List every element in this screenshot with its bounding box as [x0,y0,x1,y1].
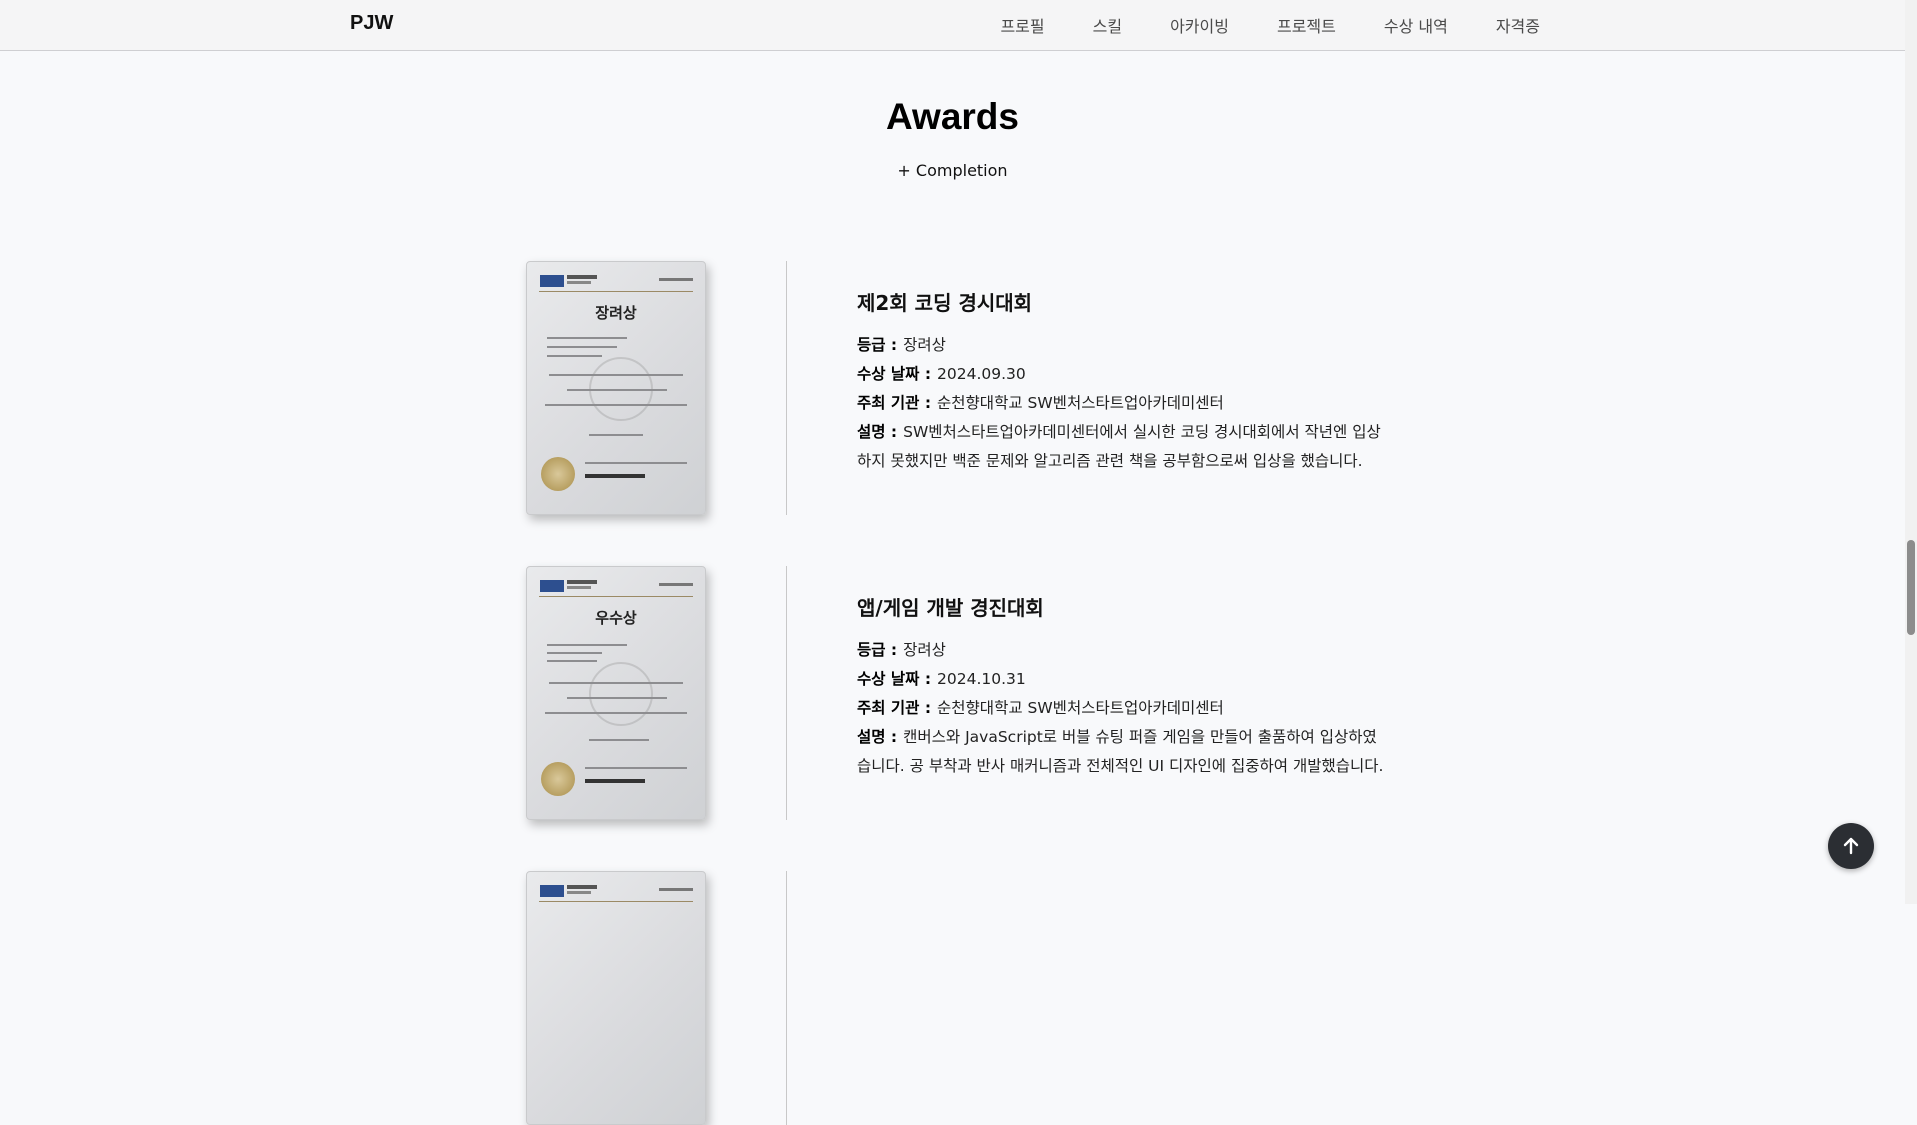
university-logo [540,885,564,897]
certificate-number-mark [659,278,693,281]
date-label: 수상 날짜 : [857,365,932,383]
scrollbar-thumb[interactable] [1907,540,1915,635]
certificate-text-line [545,404,687,406]
nav-item-skills[interactable]: 스킬 [1093,13,1122,37]
gold-seal-icon [541,762,575,796]
award-item: 장려상 제2회 코딩 경시대회 등급 : 장려상 수상 날짜 : 2024.09.3… [526,261,1406,517]
nav-menu: 프로필 스킬 아카이빙 프로젝트 수상 내역 자격증 [1000,13,1540,37]
award-desc: 캔버스와 JavaScript로 버블 슈팅 퍼즐 게임을 만들어 출품하여 입… [857,728,1384,775]
award-org: 순천향대학교 SW벤처스타트업아카데미센터 [937,394,1224,412]
nav-item-projects[interactable]: 프로젝트 [1277,13,1336,37]
certificate-number-mark [659,583,693,586]
certificate-text-line [589,739,649,741]
desc-label: 설명 : [857,728,898,746]
certificate-text-line [585,767,687,769]
award-grade: 장려상 [903,336,946,354]
divider-line [786,261,787,515]
grade-label: 등급 : [857,336,898,354]
certificate-text-line [549,374,683,376]
logo-subtext-mark [567,586,591,589]
certificate-image[interactable] [526,871,706,1125]
nav-item-certificates[interactable]: 자격증 [1496,13,1540,37]
section-title: Awards [886,96,1019,137]
award-grade-row: 등급 : 장려상 [857,636,1387,665]
certificate-image[interactable]: 우수상 [526,566,706,820]
top-navbar: PJW 프로필 스킬 아카이빙 프로젝트 수상 내역 자격증 [0,0,1905,51]
certificate-image[interactable]: 장려상 [526,261,706,515]
nav-item-awards[interactable]: 수상 내역 [1384,13,1448,37]
desc-label: 설명 : [857,423,898,441]
award-org-row: 주최 기관 : 순천향대학교 SW벤처스타트업아카데미센터 [857,389,1387,418]
certificate-text-line [547,337,627,339]
certificate-text-line [567,389,667,391]
award-desc: SW벤처스타트업아카데미센터에서 실시한 코딩 경시대회에서 작년엔 입상하지 … [857,423,1381,470]
certificate-divider [539,901,693,902]
grade-label: 등급 : [857,641,898,659]
divider-line [786,566,787,820]
certificate-text-line [547,660,597,662]
org-label: 주최 기관 : [857,699,932,717]
award-org-row: 주최 기관 : 순천향대학교 SW벤처스타트업아카데미센터 [857,694,1387,723]
award-date: 2024.09.30 [937,365,1026,383]
certificate-text-line [589,434,643,436]
certificate-text-line [547,652,602,654]
certificate-text-line [567,697,667,699]
award-info: 제2회 코딩 경시대회 등급 : 장려상 수상 날짜 : 2024.09.30 주최… [857,287,1387,476]
university-logo [540,275,564,287]
arrow-up-icon [1843,837,1859,855]
scroll-top-button[interactable] [1828,823,1874,869]
brand-logo[interactable]: PJW [350,12,393,35]
award-date: 2024.10.31 [937,670,1026,688]
page-scrollbar[interactable] [1905,0,1917,904]
award-info: 앱/게임 개발 경진대회 등급 : 장려상 수상 날짜 : 2024.10.31 주… [857,592,1387,781]
award-desc-row: 설명 : 캔버스와 JavaScript로 버블 슈팅 퍼즐 게임을 만들어 출품… [857,723,1387,781]
completion-toggle[interactable]: + Completion [0,161,1905,180]
signature-mark [585,779,645,783]
logo-text-mark [567,580,597,584]
certificate-text-line [585,462,687,464]
nav-item-profile[interactable]: 프로필 [1000,13,1044,37]
award-grade: 장려상 [903,641,946,659]
award-date-row: 수상 날짜 : 2024.10.31 [857,665,1387,694]
award-desc-row: 설명 : SW벤처스타트업아카데미센터에서 실시한 코딩 경시대회에서 작년엔 입… [857,418,1387,476]
certificate-text-line [547,644,627,646]
logo-text-mark [567,885,597,889]
nav-item-archiving[interactable]: 아카이빙 [1170,13,1229,37]
award-name: 제2회 코딩 경시대회 [857,291,1033,315]
logo-subtext-mark [567,281,591,284]
certificate-text-line [549,682,683,684]
certificate-title: 우수상 [595,609,637,627]
certificate-title: 장려상 [595,304,637,322]
signature-mark [585,474,645,478]
divider-line [786,871,787,1125]
award-org: 순천향대학교 SW벤처스타트업아카데미센터 [937,699,1224,717]
gold-seal-icon [541,457,575,491]
award-item-partial [526,871,1406,1125]
org-label: 주최 기관 : [857,394,932,412]
certificate-text-line [545,712,687,714]
university-logo [540,580,564,592]
award-date-row: 수상 날짜 : 2024.09.30 [857,360,1387,389]
logo-text-mark [567,275,597,279]
certificate-text-line [547,346,617,348]
award-name: 앱/게임 개발 경진대회 [857,596,1044,620]
certificate-divider [539,596,693,597]
certificate-number-mark [659,888,693,891]
watermark-seal [589,662,653,726]
logo-subtext-mark [567,891,591,894]
award-item: 우수상 앱/게임 개발 경진대회 등급 : 장려상 수상 날짜 : 2024.10.… [526,566,1406,822]
certificate-divider [539,291,693,292]
date-label: 수상 날짜 : [857,670,932,688]
award-grade-row: 등급 : 장려상 [857,331,1387,360]
certificate-text-line [547,355,602,357]
